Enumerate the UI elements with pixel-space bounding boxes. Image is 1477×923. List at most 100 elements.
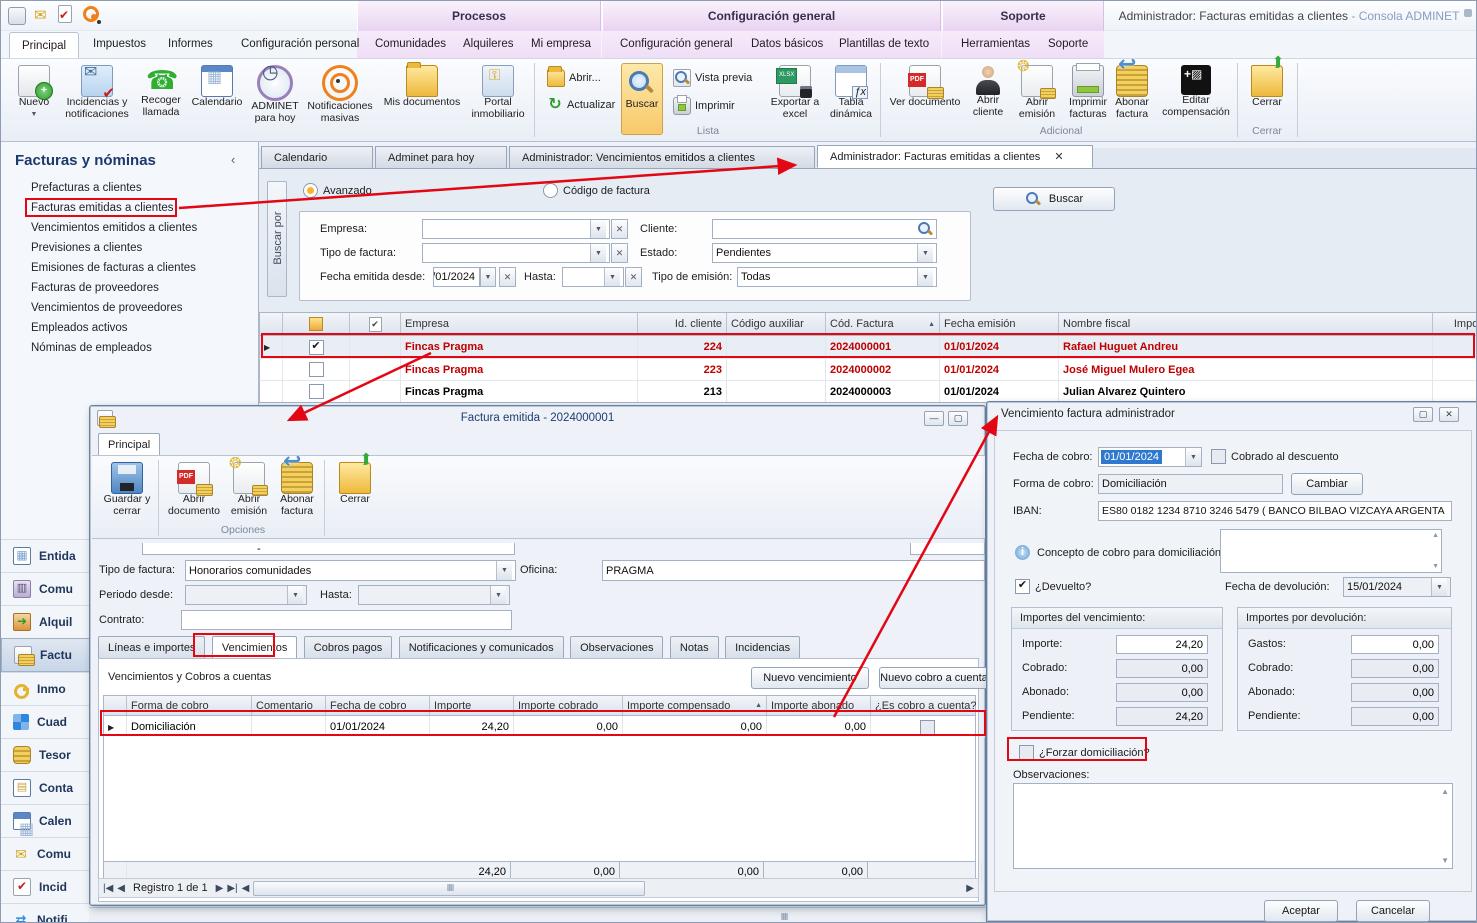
next-record-icon[interactable]: ▶: [216, 883, 224, 894]
fecha-desde-clear-button[interactable]: ✕: [499, 267, 516, 287]
app-menu-icon[interactable]: [8, 7, 26, 25]
tipo-factura-combo[interactable]: ▼: [422, 243, 610, 263]
ribbon-tab-impuestos[interactable]: Impuestos: [81, 31, 158, 57]
ribbon-tab-soporte[interactable]: Soporte: [1036, 31, 1100, 57]
col-empresa[interactable]: Empresa: [401, 313, 638, 335]
fecha-devolucion-input[interactable]: 15/01/2024 ▼: [1343, 577, 1451, 597]
cobrado-input[interactable]: 0,00: [1116, 659, 1208, 678]
ver-documento-button[interactable]: Ver documento: [889, 65, 961, 109]
chevron-down-icon[interactable]: ▼: [496, 561, 512, 580]
recoger-llamada-button[interactable]: ☎ Recoger llamada: [135, 65, 187, 118]
mis-documentos-button[interactable]: Mis documentos: [379, 62, 465, 109]
tasks-quick-icon[interactable]: ✔: [58, 5, 72, 23]
abonado-devolucion-input[interactable]: 0,00: [1351, 683, 1439, 702]
cerrar-dialog-toolbar-button[interactable]: Cerrar: [332, 462, 378, 506]
chevron-down-icon[interactable]: ▼: [604, 268, 620, 286]
aceptar-button[interactable]: Aceptar: [1264, 900, 1338, 922]
ribbon-tab-mi-empresa[interactable]: Mi empresa: [519, 31, 603, 57]
hasta-input[interactable]: ▼: [562, 267, 624, 287]
fecha-desde-input[interactable]: 01/01/2024: [433, 267, 480, 287]
col-cod-factura[interactable]: Cód. Factura ▲: [826, 313, 940, 335]
ribbon-tab-configuracion-general[interactable]: Configuración general: [608, 31, 745, 57]
col-nombre-fiscal[interactable]: Nombre fiscal: [1059, 313, 1433, 335]
abonar-factura-button[interactable]: Abonar factura: [274, 455, 320, 517]
tab-lineas-importes[interactable]: Líneas e importes: [98, 636, 206, 659]
pendiente-input[interactable]: 24,20: [1116, 707, 1208, 726]
dialog-titlebar[interactable]: Factura emitida - 2024000001 — ▢: [90, 406, 985, 432]
table-row[interactable]: Fincas Pragma 213 2024000003 01/01/2024 …: [259, 381, 1476, 403]
cambiar-button[interactable]: Cambiar: [1291, 473, 1363, 495]
iban-input[interactable]: ES80 0182 1234 8710 3246 5479 ( BANCO BI…: [1098, 501, 1452, 521]
prev-record-icon[interactable]: ◀: [117, 883, 125, 894]
tab-cobros-pagos[interactable]: Cobros pagos: [303, 636, 393, 659]
sidebar-item-empleados[interactable]: Empleados activos: [31, 320, 128, 336]
restore-icon[interactable]: ▢: [1413, 407, 1433, 422]
sidebar-item-vencimientos-emitidos[interactable]: Vencimientos emitidos a clientes: [31, 220, 197, 236]
ribbon-tab-informes[interactable]: Informes: [156, 31, 225, 57]
observaciones-textarea[interactable]: ▲ ▼: [1013, 783, 1453, 869]
doc-tab-calendario[interactable]: Calendario: [261, 146, 373, 168]
abrir-emision-button[interactable]: Abrir emisión: [226, 458, 272, 517]
tipo-factura-clear-button[interactable]: ✕: [611, 243, 628, 263]
abrir-documento-button[interactable]: Abrir documento: [164, 462, 224, 517]
ribbon-tab-alquileres[interactable]: Alquileres: [451, 31, 526, 57]
chevron-down-icon[interactable]: ▼: [917, 268, 933, 286]
ribbon-tab-principal[interactable]: Principal: [9, 32, 80, 58]
tipo-emision-combo[interactable]: Todas ▼: [737, 267, 937, 287]
importe-input[interactable]: 24,20: [1116, 635, 1208, 654]
cobrado-descuento-checkbox[interactable]: Cobrado al descuento: [1211, 449, 1339, 464]
sidebar-item-emisiones[interactable]: Emisiones de facturas a clientes: [31, 260, 196, 276]
abrir-cliente-button[interactable]: Abrir cliente: [964, 65, 1012, 118]
radio-avanzado[interactable]: Avanzado: [303, 183, 372, 198]
incidencias-notificaciones-button[interactable]: Incidencias y notificaciones: [61, 65, 133, 120]
notificaciones-masivas-button[interactable]: Notificaciones masivas: [305, 65, 375, 124]
exportar-excel-button[interactable]: Exportar a excel: [767, 65, 823, 120]
vista-previa-button[interactable]: Vista previa: [673, 69, 752, 87]
oficina-combo[interactable]: PRAGMA: [602, 560, 985, 581]
minimize-icon[interactable]: —: [924, 411, 944, 426]
col-importe-total[interactable]: Importe total: [1433, 313, 1476, 335]
ribbon-tab-configuracion-personal[interactable]: Configuración personal: [229, 31, 371, 57]
periodo-desde-combo[interactable]: ▼: [185, 585, 307, 605]
pendiente-devolucion-input[interactable]: 0,00: [1351, 707, 1439, 726]
ribbon-tab-plantillas[interactable]: Plantillas de texto: [827, 31, 941, 57]
last-record-icon[interactable]: ▶|: [227, 883, 237, 894]
empresa-clear-button[interactable]: ✕: [611, 219, 628, 239]
periodo-hasta-combo[interactable]: ▼: [358, 585, 510, 605]
cliente-input[interactable]: [712, 219, 937, 239]
tab-notificaciones[interactable]: Notificaciones y comunicados: [398, 636, 564, 659]
col-id-cliente[interactable]: Id. cliente: [638, 313, 727, 335]
ribbon-tab-comunidades[interactable]: Comunidades: [363, 31, 458, 57]
scroll-down-icon[interactable]: ▼: [1441, 856, 1449, 865]
doc-tab-vencimientos[interactable]: Administrador: Vencimientos emitidos a c…: [509, 146, 815, 168]
tabla-dinamica-button[interactable]: Tabla dinámica: [825, 65, 877, 120]
calendario-button[interactable]: Calendario: [189, 65, 245, 109]
buscar-button[interactable]: Buscar: [993, 187, 1115, 211]
cerrar-ribbon-button[interactable]: Cerrar: [1243, 65, 1291, 109]
scroll-up-icon[interactable]: ▲: [1432, 532, 1439, 539]
contrato-input[interactable]: [181, 610, 512, 630]
scrollbar-grip[interactable]: [781, 907, 787, 923]
scroll-up-icon[interactable]: ▲: [1441, 787, 1449, 796]
scroll-right-icon[interactable]: ▶: [966, 883, 974, 894]
chevron-down-icon[interactable]: ▼: [590, 244, 606, 262]
nuevo-vencimiento-button[interactable]: Nuevo vencimiento: [751, 667, 869, 689]
portal-inmobiliario-button[interactable]: Portal inmobiliario: [467, 65, 529, 120]
maximize-icon[interactable]: ▢: [948, 411, 968, 426]
sidebar-item-previsiones[interactable]: Previsiones a clientes: [31, 240, 142, 256]
dialog-tab-principal[interactable]: Principal: [98, 433, 161, 455]
buscar-por-side-tab[interactable]: Buscar por: [267, 181, 287, 297]
abonar-factura-button[interactable]: Abonar factura: [1107, 58, 1157, 120]
cobrado-devolucion-input[interactable]: 0,00: [1351, 659, 1439, 678]
sidebar-item-vencimientos-proveedores[interactable]: Vencimientos de proveedores: [31, 300, 183, 316]
tab-observaciones[interactable]: Observaciones: [570, 636, 664, 659]
chevron-down-icon[interactable]: ▼: [1185, 448, 1201, 466]
forma-cobro-input[interactable]: Domiciliación: [1098, 474, 1283, 494]
gastos-input[interactable]: 0,00: [1351, 635, 1439, 654]
imprimir-button[interactable]: Imprimir: [673, 95, 735, 115]
actualizar-button[interactable]: ↻ Actualizar: [547, 97, 615, 113]
abonado-input[interactable]: 0,00: [1116, 683, 1208, 702]
navigator-scrollbar-thumb[interactable]: [253, 880, 646, 896]
row-checkbox[interactable]: [283, 381, 350, 402]
table-row[interactable]: Fincas Pragma 223 2024000002 01/01/2024 …: [259, 359, 1476, 381]
